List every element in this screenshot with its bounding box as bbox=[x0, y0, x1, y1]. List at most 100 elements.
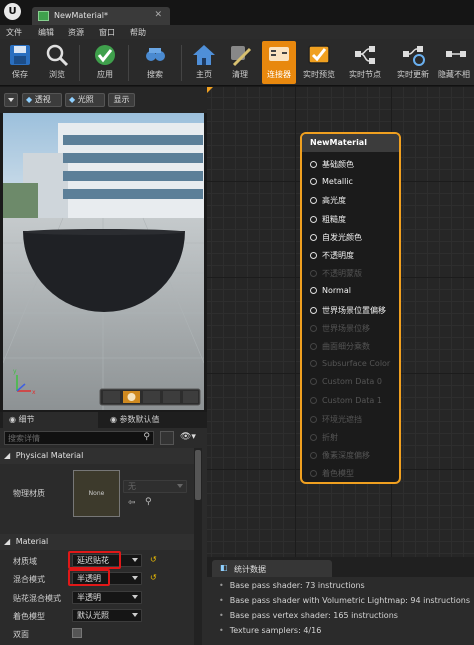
node-input-pin[interactable]: 世界场景位置偏移 bbox=[310, 305, 386, 316]
home-button[interactable]: 主页 bbox=[188, 41, 220, 84]
material-result-node[interactable]: NewMaterial 基础颜色 Metallic 高光度粗糙度自发光颜色不透明度不… bbox=[300, 132, 401, 484]
details-search-input[interactable] bbox=[5, 432, 135, 444]
pin-connector-icon[interactable] bbox=[310, 197, 317, 205]
reset-to-default-icon[interactable]: ↺ bbox=[150, 573, 157, 582]
pin-connector-icon bbox=[310, 415, 317, 423]
node-input-pin[interactable]: 自发光颜色 bbox=[310, 232, 362, 243]
node-input-pin[interactable]: Metallic bbox=[310, 177, 353, 186]
stat-line: Base pass shader with Volumetric Lightma… bbox=[219, 596, 470, 605]
pin-connector-icon[interactable] bbox=[310, 233, 317, 241]
view-options-eye-icon[interactable]: 👁▾ bbox=[180, 432, 196, 442]
material-asset-icon bbox=[38, 11, 49, 21]
apply-button[interactable]: 应用 bbox=[88, 41, 122, 84]
live-update-button[interactable]: 实时更新 bbox=[392, 41, 434, 84]
viewport-options-button[interactable] bbox=[4, 93, 18, 107]
pin-connector-icon[interactable] bbox=[310, 287, 317, 295]
details-search-box[interactable]: ⚲ bbox=[4, 431, 154, 445]
use-selected-arrow-icon[interactable]: ⇦ bbox=[128, 498, 136, 508]
pin-connector-icon[interactable] bbox=[310, 161, 317, 168]
pin-label: 不透明蒙版 bbox=[322, 269, 362, 279]
menu-file[interactable]: 文件 bbox=[6, 27, 22, 38]
search-button[interactable]: 搜索 bbox=[138, 41, 172, 84]
node-input-pin: 像素深度偏移 bbox=[310, 450, 370, 461]
perspective-icon: ◆ bbox=[26, 95, 33, 104]
reset-to-default-icon[interactable]: ↺ bbox=[150, 555, 157, 564]
live-nodes-icon bbox=[353, 43, 377, 67]
tab-parameter-defaults[interactable]: ◉ 参数默认值 bbox=[104, 412, 204, 428]
pin-connector-icon bbox=[310, 378, 317, 386]
show-label: 显示 bbox=[113, 95, 130, 104]
pin-connector-icon[interactable] bbox=[310, 178, 317, 186]
details-scrollbar[interactable] bbox=[194, 448, 202, 645]
node-input-pin: 世界场景位移 bbox=[310, 323, 370, 334]
phys-mat-thumbnail[interactable]: None bbox=[73, 470, 120, 517]
material-preview-viewport[interactable]: x y bbox=[3, 113, 204, 410]
home-icon bbox=[192, 43, 216, 67]
hide-unrelated-button[interactable]: 隐藏不相 bbox=[438, 41, 474, 84]
pin-label: 环境光遮挡 bbox=[322, 414, 362, 424]
tab-new-material[interactable]: NewMaterial* ✕ bbox=[32, 7, 170, 25]
pin-label: 曲面细分乘数 bbox=[322, 342, 370, 351]
pin-connector-icon bbox=[310, 396, 317, 404]
node-input-pin: Custom Data 1 bbox=[310, 396, 382, 405]
clean-button[interactable]: 清理 bbox=[223, 41, 257, 84]
details-properties-panel: ◢ Physical Material 物理材质 None 无 ⇦ ⚲ ◢ Ma… bbox=[0, 448, 207, 645]
close-tab-icon[interactable]: ✕ bbox=[154, 10, 162, 20]
pin-label: Custom Data 1 bbox=[322, 395, 382, 405]
node-title: NewMaterial bbox=[302, 134, 399, 152]
pin-connector-icon bbox=[310, 434, 317, 441]
menu-asset[interactable]: 资源 bbox=[68, 27, 84, 38]
node-input-pin[interactable]: Normal bbox=[310, 286, 351, 295]
two-sided-checkbox[interactable] bbox=[72, 628, 82, 638]
menu-edit[interactable]: 编辑 bbox=[38, 27, 54, 38]
menu-window[interactable]: 窗口 bbox=[99, 27, 115, 38]
tab-stats[interactable]: ◧ 统计数据 bbox=[212, 560, 332, 577]
decal-blend-mode-combo[interactable]: 半透明 bbox=[72, 591, 142, 604]
material-category[interactable]: ◢ Material bbox=[0, 534, 194, 550]
toolbar-separator bbox=[181, 45, 182, 81]
pin-label: Normal bbox=[322, 286, 351, 296]
stat-line: Base pass shader: 73 instructions bbox=[219, 581, 365, 590]
details-tab-icon: ◉ bbox=[9, 415, 19, 424]
menu-help[interactable]: 帮助 bbox=[130, 27, 146, 38]
node-input-pin: 环境光遮挡 bbox=[310, 414, 362, 425]
connector-icon bbox=[267, 43, 291, 67]
phys-mat-asset-combo[interactable]: 无 bbox=[123, 480, 187, 493]
preview-shape-buttons[interactable] bbox=[99, 388, 201, 406]
live-nodes-button[interactable]: 实时节点 bbox=[343, 41, 387, 84]
physical-material-category[interactable]: ◢ Physical Material bbox=[0, 448, 194, 464]
stat-line: Texture samplers: 4/16 bbox=[219, 626, 322, 635]
blend-mode-label: 混合模式 bbox=[13, 575, 45, 584]
lit-button[interactable]: ◆ 光照 bbox=[65, 93, 105, 107]
browse-button[interactable]: 浏览 bbox=[40, 41, 74, 84]
save-button[interactable]: 保存 bbox=[3, 41, 37, 84]
live-preview-button[interactable]: 实时预览 bbox=[299, 41, 339, 84]
tab-details[interactable]: ◉ 细节 bbox=[3, 412, 98, 428]
parameter-defaults-icon: ◉ bbox=[110, 415, 120, 424]
pin-connector-icon[interactable] bbox=[310, 252, 317, 259]
shading-model-combo[interactable]: 默认光照 bbox=[72, 609, 142, 622]
search-icon[interactable]: ⚲ bbox=[143, 432, 150, 442]
browse-asset-search-icon[interactable]: ⚲ bbox=[145, 497, 152, 507]
pin-connector-icon[interactable] bbox=[310, 306, 317, 314]
node-input-pin: Subsurface Color bbox=[310, 359, 390, 368]
graph-corner-marker bbox=[207, 87, 213, 93]
pin-label: 粗糙度 bbox=[322, 214, 346, 224]
pin-connector-icon bbox=[310, 324, 317, 332]
clean-icon bbox=[228, 43, 252, 67]
pin-label: Custom Data 0 bbox=[322, 377, 382, 387]
pin-connector-icon[interactable] bbox=[310, 215, 317, 223]
property-matrix-icon[interactable] bbox=[160, 431, 174, 445]
perspective-button[interactable]: ◆ 透视 bbox=[22, 93, 62, 107]
node-input-pin[interactable]: 不透明度 bbox=[310, 250, 354, 261]
node-input-pin[interactable]: 粗糙度 bbox=[310, 214, 346, 225]
save-icon bbox=[8, 43, 32, 67]
node-input-pin[interactable]: 高光度 bbox=[310, 195, 346, 206]
connector-button[interactable]: 连接器 bbox=[262, 41, 296, 84]
show-button[interactable]: 显示 bbox=[108, 93, 135, 107]
node-input-pin[interactable]: 基础颜色 bbox=[310, 159, 354, 170]
details-search-row: ⚲ 👁▾ bbox=[0, 428, 207, 448]
scrollbar-thumb[interactable] bbox=[195, 450, 201, 500]
annotation-highlight-blend bbox=[68, 569, 110, 586]
toolbar-separator bbox=[128, 45, 129, 81]
